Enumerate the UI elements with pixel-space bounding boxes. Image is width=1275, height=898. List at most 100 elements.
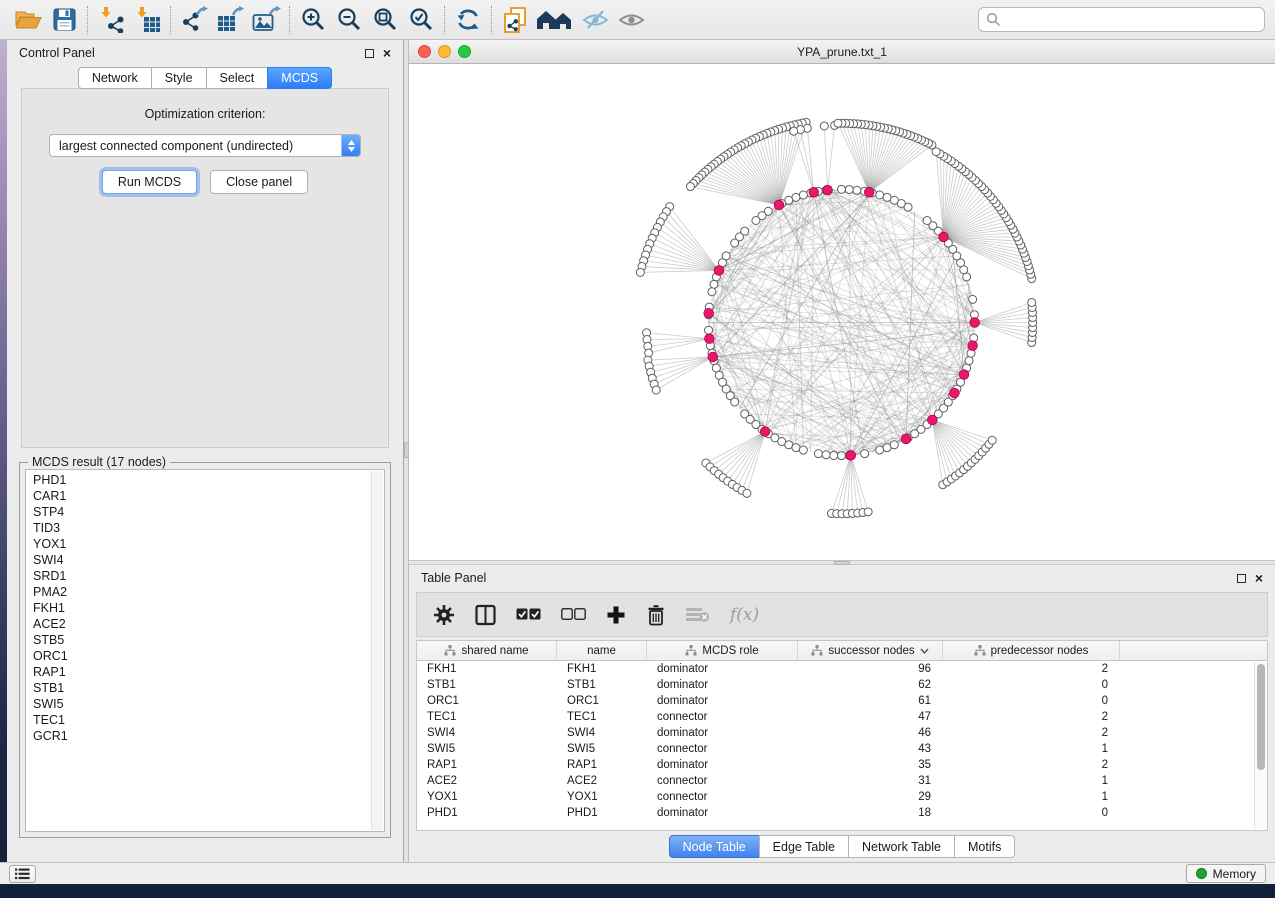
node-table-row[interactable]: STB1STB1dominator620 <box>417 677 1267 693</box>
cell-predecessor-nodes[interactable]: 1 <box>943 743 1120 755</box>
mcds-result-item[interactable]: SRD1 <box>33 568 366 584</box>
cell-shared-name[interactable]: STB1 <box>417 679 557 691</box>
search-input[interactable] <box>1007 13 1257 27</box>
mcds-result-item[interactable]: PMA2 <box>33 584 366 600</box>
minimize-window-traffic-light[interactable] <box>438 45 451 58</box>
cell-shared-name[interactable]: RAP1 <box>417 759 557 771</box>
network-view-canvas[interactable] <box>409 64 1275 560</box>
cell-name[interactable]: FKH1 <box>557 663 647 675</box>
function-builder-button[interactable]: f(x) <box>730 601 759 629</box>
cell-MCDS-role[interactable]: dominator <box>647 663 798 675</box>
mcds-result-item[interactable]: CAR1 <box>33 488 366 504</box>
column-header-successor-nodes[interactable]: successor nodes <box>798 641 943 660</box>
column-header-predecessor-nodes[interactable]: predecessor nodes <box>943 641 1120 660</box>
table-settings-button[interactable] <box>433 601 455 629</box>
cell-shared-name[interactable]: YOX1 <box>417 791 557 803</box>
duplicate-network-button[interactable] <box>497 4 533 36</box>
cell-MCDS-role[interactable]: connector <box>647 775 798 787</box>
mcds-result-item[interactable]: FKH1 <box>33 600 366 616</box>
cell-successor-nodes[interactable]: 62 <box>798 679 943 691</box>
mcds-result-item[interactable]: ORC1 <box>33 648 366 664</box>
tab-mcds[interactable]: MCDS <box>267 67 332 89</box>
search-box[interactable] <box>978 7 1265 32</box>
cell-shared-name[interactable]: PHD1 <box>417 807 557 819</box>
node-table-row[interactable]: ORC1ORC1dominator610 <box>417 693 1267 709</box>
mcds-result-item[interactable]: SWI5 <box>33 696 366 712</box>
export-image-button[interactable] <box>248 4 284 36</box>
cell-successor-nodes[interactable]: 96 <box>798 663 943 675</box>
splitter-grip[interactable] <box>834 561 850 565</box>
cell-shared-name[interactable]: SWI4 <box>417 727 557 739</box>
column-view-button[interactable] <box>475 601 496 629</box>
hide-selected-button[interactable] <box>577 4 613 36</box>
close-window-traffic-light[interactable] <box>418 45 431 58</box>
node-table-row[interactable]: SWI5SWI5connector431 <box>417 741 1267 757</box>
node-table-row[interactable]: TEC1TEC1connector472 <box>417 709 1267 725</box>
mcds-result-item[interactable]: TEC1 <box>33 712 366 728</box>
close-panel-icon[interactable]: × <box>383 48 391 58</box>
zoom-fit-button[interactable] <box>367 4 403 36</box>
cell-name[interactable]: STB1 <box>557 679 647 691</box>
zoom-selected-button[interactable] <box>403 4 439 36</box>
cell-MCDS-role[interactable]: connector <box>647 743 798 755</box>
cell-predecessor-nodes[interactable]: 2 <box>943 711 1120 723</box>
close-panel-icon[interactable]: × <box>1255 573 1263 583</box>
cell-successor-nodes[interactable]: 46 <box>798 727 943 739</box>
mcds-result-item[interactable]: ACE2 <box>33 616 366 632</box>
cell-MCDS-role[interactable]: dominator <box>647 695 798 707</box>
cell-shared-name[interactable]: FKH1 <box>417 663 557 675</box>
first-neighbors-button[interactable] <box>533 4 577 36</box>
cell-name[interactable]: TEC1 <box>557 711 647 723</box>
delete-column-button[interactable] <box>646 601 666 629</box>
cell-MCDS-role[interactable]: dominator <box>647 759 798 771</box>
column-header-MCDS-role[interactable]: MCDS role <box>647 641 798 660</box>
cell-successor-nodes[interactable]: 61 <box>798 695 943 707</box>
tab-style[interactable]: Style <box>151 67 207 89</box>
cell-predecessor-nodes[interactable]: 0 <box>943 807 1120 819</box>
node-table-row[interactable]: FKH1FKH1dominator962 <box>417 661 1267 677</box>
node-table-row[interactable]: SWI4SWI4dominator462 <box>417 725 1267 741</box>
cell-name[interactable]: RAP1 <box>557 759 647 771</box>
export-network-button[interactable] <box>176 4 212 36</box>
cell-predecessor-nodes[interactable]: 0 <box>943 679 1120 691</box>
horizontal-splitter[interactable] <box>409 560 1275 565</box>
mcds-result-item[interactable]: SWI4 <box>33 552 366 568</box>
memory-button[interactable]: Memory <box>1186 864 1266 883</box>
cell-successor-nodes[interactable]: 43 <box>798 743 943 755</box>
import-network-button[interactable] <box>93 4 129 36</box>
mcds-result-item[interactable]: TID3 <box>33 520 366 536</box>
column-header-name[interactable]: name <box>557 641 647 660</box>
node-table-row[interactable]: RAP1RAP1dominator352 <box>417 757 1267 773</box>
mcds-result-item[interactable]: PHD1 <box>33 472 366 488</box>
cell-predecessor-nodes[interactable]: 2 <box>943 759 1120 771</box>
table-scrollbar[interactable] <box>1254 662 1266 829</box>
tab-network[interactable]: Network <box>78 67 152 89</box>
mcds-result-item[interactable]: STB1 <box>33 680 366 696</box>
tab-edge-table[interactable]: Edge Table <box>759 835 849 858</box>
cell-name[interactable]: SWI4 <box>557 727 647 739</box>
mcds-result-item[interactable]: STB5 <box>33 632 366 648</box>
cell-name[interactable]: SWI5 <box>557 743 647 755</box>
zoom-out-button[interactable] <box>331 4 367 36</box>
node-table-row[interactable]: ACE2ACE2connector311 <box>417 773 1267 789</box>
float-panel-icon[interactable] <box>365 49 374 58</box>
tab-motifs[interactable]: Motifs <box>954 835 1015 858</box>
tab-select[interactable]: Select <box>206 67 269 89</box>
cell-MCDS-role[interactable]: dominator <box>647 679 798 691</box>
cell-name[interactable]: YOX1 <box>557 791 647 803</box>
optimization-criterion-select[interactable]: largest connected component (undirected) <box>49 134 361 157</box>
show-all-button[interactable] <box>613 4 649 36</box>
cell-MCDS-role[interactable]: connector <box>647 791 798 803</box>
cell-MCDS-role[interactable]: connector <box>647 711 798 723</box>
node-table-row[interactable]: PHD1PHD1dominator180 <box>417 805 1267 821</box>
mcds-result-item[interactable]: STP4 <box>33 504 366 520</box>
select-all-rows-button[interactable] <box>516 601 541 629</box>
cell-name[interactable]: PHD1 <box>557 807 647 819</box>
zoom-in-button[interactable] <box>295 4 331 36</box>
close-panel-button[interactable]: Close panel <box>210 170 308 194</box>
cell-predecessor-nodes[interactable]: 2 <box>943 663 1120 675</box>
task-history-button[interactable] <box>9 865 36 883</box>
cell-predecessor-nodes[interactable]: 1 <box>943 791 1120 803</box>
cell-shared-name[interactable]: TEC1 <box>417 711 557 723</box>
cell-shared-name[interactable]: SWI5 <box>417 743 557 755</box>
